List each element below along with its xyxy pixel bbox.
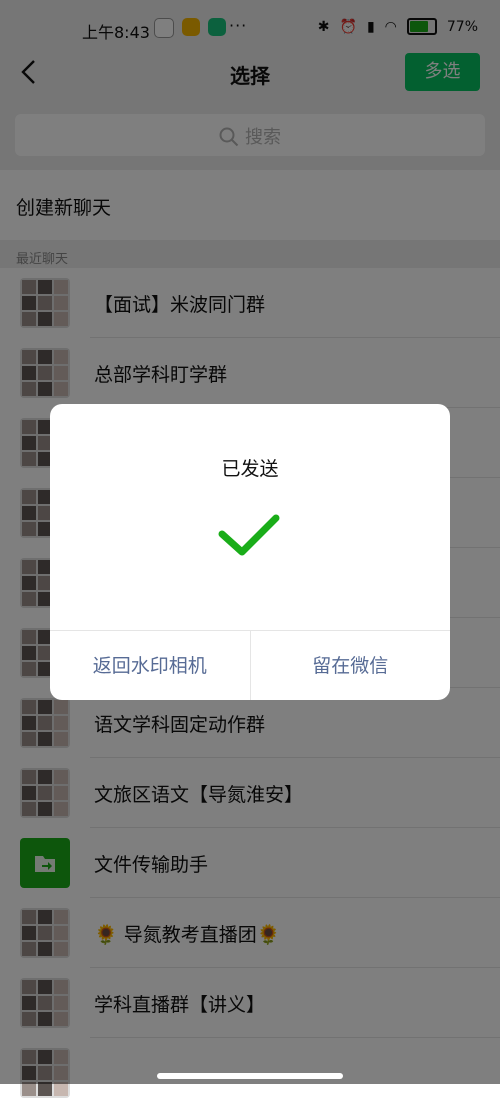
checkmark-icon — [218, 514, 280, 556]
home-indicator[interactable] — [157, 1073, 343, 1079]
return-camera-button[interactable]: 返回水印相机 — [50, 631, 250, 700]
sent-dialog: 已发送 返回水印相机 留在微信 — [50, 404, 450, 700]
dialog-title: 已发送 — [221, 458, 279, 480]
stay-in-wechat-button[interactable]: 留在微信 — [249, 631, 451, 700]
dialog-buttons: 返回水印相机 留在微信 — [50, 630, 450, 700]
